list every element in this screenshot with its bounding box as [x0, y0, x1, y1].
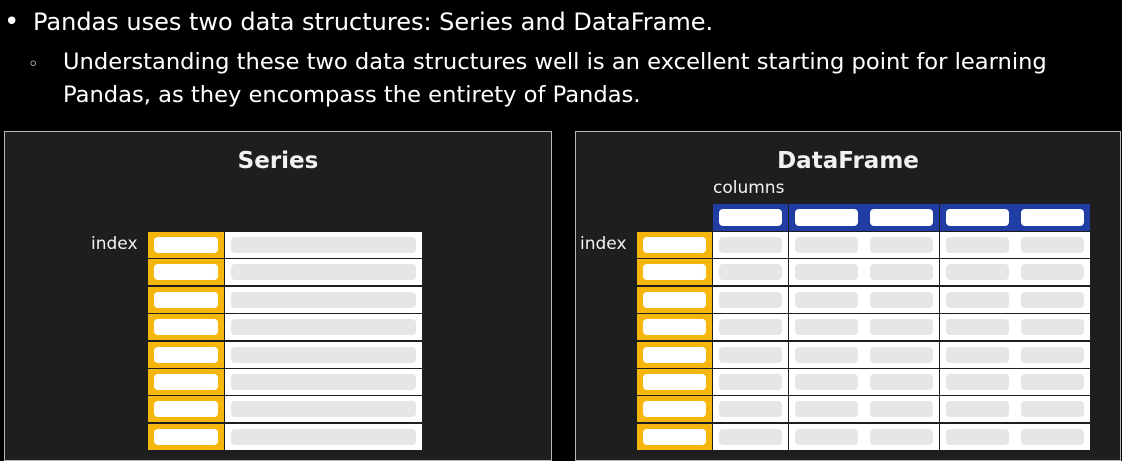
dataframe-value-cell — [940, 424, 1015, 450]
series-index-cell — [148, 287, 224, 313]
dataframe-index-label: index — [580, 234, 627, 254]
dataframe-value-cell — [789, 424, 864, 450]
dataframe-title: DataFrame — [777, 148, 919, 174]
dataframe-index-cell — [637, 369, 712, 395]
dataframe-value-cell — [713, 369, 788, 395]
column-header-cell — [1015, 204, 1090, 231]
dataframe-value-cell — [713, 342, 788, 368]
series-index-cell — [148, 396, 224, 422]
dataframe-value-cell — [1015, 232, 1090, 258]
main-bullet: • Pandas uses two data structures: Serie… — [0, 4, 1122, 40]
dataframe-panel: DataFrame columns index — [575, 131, 1121, 461]
dataframe-value-cell — [1015, 369, 1090, 395]
dataframe-value-cell — [940, 287, 1015, 313]
dataframe-index-cell — [637, 342, 712, 368]
series-value-cell — [225, 424, 422, 450]
series-index-cell — [148, 369, 224, 395]
dataframe-value-cell — [789, 287, 864, 313]
dataframe-value-cell — [864, 342, 939, 368]
dataframe-value-cell — [864, 314, 939, 340]
dataframe-value-cell — [789, 259, 864, 285]
series-index-cell — [148, 232, 224, 258]
dataframe-value-cell — [713, 424, 788, 450]
dataframe-value-cell — [713, 396, 788, 422]
dataframe-value-cell — [1015, 342, 1090, 368]
dataframe-value-cell — [713, 259, 788, 285]
dataframe-value-cell — [1015, 287, 1090, 313]
column-header-cell — [713, 204, 788, 231]
series-index-cell — [148, 424, 224, 450]
series-panel: Series index — [4, 131, 552, 461]
column-header-cell — [940, 204, 1015, 231]
series-title: Series — [237, 148, 319, 174]
series-index-cell — [148, 342, 224, 368]
column-header-cell — [789, 204, 864, 231]
main-bullet-text: Pandas uses two data structures: Series … — [33, 8, 714, 36]
series-value-cell — [225, 232, 422, 258]
series-value-cell — [225, 314, 422, 340]
dataframe-value-cell — [864, 232, 939, 258]
dataframe-value-cell — [940, 369, 1015, 395]
series-value-cell — [225, 287, 422, 313]
series-index-label: index — [91, 234, 138, 254]
dataframe-columns-label: columns — [713, 178, 785, 198]
column-header-cell — [864, 204, 939, 231]
dataframe-value-cell — [940, 342, 1015, 368]
dataframe-value-cell — [789, 369, 864, 395]
series-index-cell — [148, 259, 224, 285]
series-value-cell — [225, 342, 422, 368]
dataframe-value-cell — [713, 314, 788, 340]
dataframe-value-cell — [864, 424, 939, 450]
series-value-cell — [225, 396, 422, 422]
sub-bullet: ◦ Understanding these two data structure… — [0, 46, 1122, 120]
dataframe-value-cell — [789, 232, 864, 258]
dataframe-value-cell — [864, 396, 939, 422]
dataframe-value-cell — [940, 232, 1015, 258]
dataframe-index-cell — [637, 259, 712, 285]
dataframe-index-cell — [637, 396, 712, 422]
dataframe-index-cell — [637, 287, 712, 313]
dataframe-value-cell — [864, 369, 939, 395]
dataframe-value-cell — [713, 287, 788, 313]
dataframe-value-cell — [1015, 424, 1090, 450]
bullet-marker: • — [4, 7, 20, 37]
dataframe-value-cell — [789, 342, 864, 368]
dataframe-value-cell — [789, 314, 864, 340]
series-index-cell — [148, 314, 224, 340]
sub-bullet-text: Understanding these two data structures … — [63, 49, 1047, 108]
dataframe-value-cell — [940, 396, 1015, 422]
series-value-cell — [225, 259, 422, 285]
dataframe-index-cell — [637, 424, 712, 450]
dataframe-value-cell — [1015, 259, 1090, 285]
dataframe-index-cell — [637, 232, 712, 258]
series-value-cell — [225, 369, 422, 395]
sub-bullet-marker: ◦ — [28, 54, 39, 75]
dataframe-value-cell — [864, 259, 939, 285]
dataframe-value-cell — [1015, 314, 1090, 340]
dataframe-index-cell — [637, 314, 712, 340]
dataframe-value-cell — [1015, 396, 1090, 422]
dataframe-value-cell — [940, 259, 1015, 285]
dataframe-value-cell — [864, 287, 939, 313]
dataframe-value-cell — [789, 396, 864, 422]
dataframe-value-cell — [940, 314, 1015, 340]
dataframe-value-cell — [713, 232, 788, 258]
